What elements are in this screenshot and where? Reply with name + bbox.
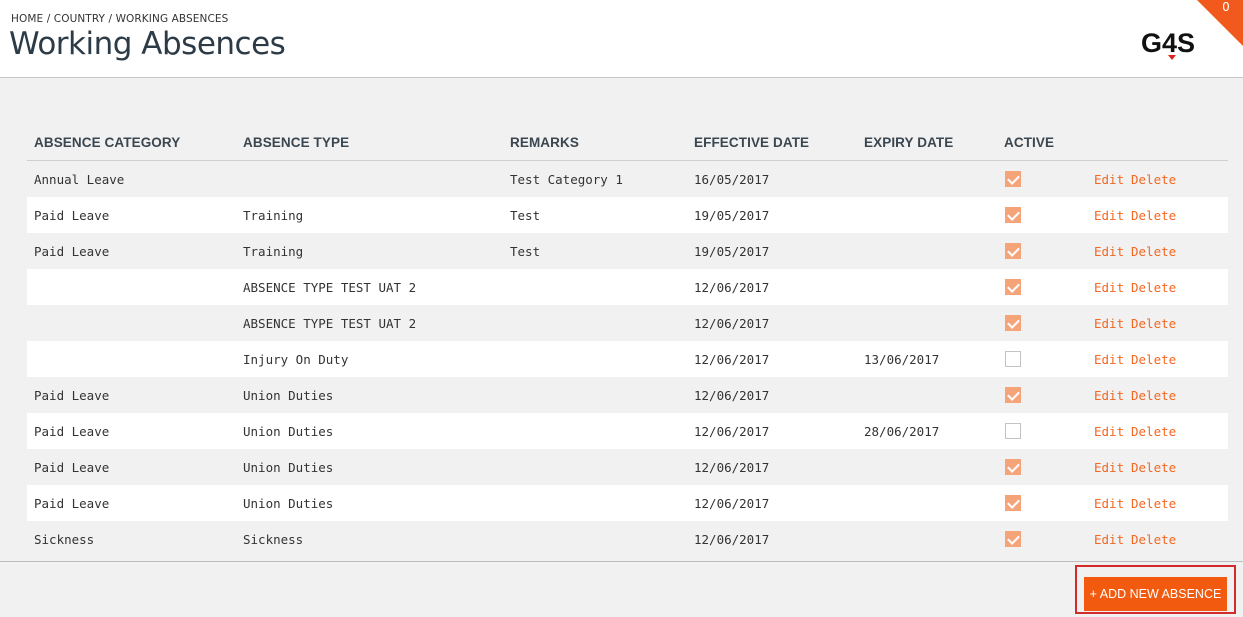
delete-link[interactable]: Delete: [1131, 424, 1176, 439]
edit-link[interactable]: Edit: [1094, 424, 1124, 439]
delete-link[interactable]: Delete: [1131, 244, 1176, 259]
edit-link[interactable]: Edit: [1094, 172, 1124, 187]
table-row: ABSENCE TYPE TEST UAT 2 12/06/2017 Edit Del…: [27, 305, 1228, 341]
cell-absence-category: Annual Leave: [34, 172, 125, 187]
cell-absence-category: Paid Leave: [34, 208, 110, 223]
cell-absence-type: Union Duties: [243, 496, 334, 511]
table-row: Paid Leave Union Duties 12/06/2017 Edit Dele…: [27, 449, 1228, 485]
cell-remarks: Test Category 1: [510, 172, 623, 187]
table-row: Injury On Duty 12/06/2017 13/06/2017 Edit De…: [27, 341, 1228, 377]
add-new-absence-button[interactable]: + ADD NEW ABSENCE: [1084, 577, 1227, 611]
delete-link[interactable]: Delete: [1131, 352, 1176, 367]
table-row: Sickness Sickness 12/06/2017 Edit Delete: [27, 521, 1228, 557]
cell-effective-date: 12/06/2017: [694, 280, 770, 295]
cell-remarks: Test: [510, 208, 541, 223]
delete-link[interactable]: Delete: [1131, 496, 1176, 511]
delete-link[interactable]: Delete: [1131, 388, 1176, 403]
page-title: Working Absences: [9, 26, 286, 62]
absences-table: ABSENCE CATEGORY ABSENCE TYPE REMARKS EF…: [27, 125, 1228, 557]
cell-effective-date: 12/06/2017: [694, 532, 770, 547]
cell-absence-type: Union Duties: [243, 424, 334, 439]
active-checkbox[interactable]: [1005, 387, 1021, 403]
edit-link[interactable]: Edit: [1094, 352, 1124, 367]
active-checkbox[interactable]: [1005, 531, 1021, 547]
cell-effective-date: 12/06/2017: [694, 388, 770, 403]
table-row: Paid Leave Training Test 19/05/2017 Edit Dele…: [27, 197, 1228, 233]
table-body: Annual Leave Test Category 1 16/05/2017 Edi…: [27, 161, 1228, 557]
column-header-absence-type[interactable]: ABSENCE TYPE: [243, 135, 349, 150]
edit-link[interactable]: Edit: [1094, 532, 1124, 547]
cell-absence-category: Sickness: [34, 532, 95, 547]
cell-absence-type: Sickness: [243, 532, 304, 547]
cell-absence-type: ABSENCE TYPE TEST UAT 2: [243, 316, 417, 331]
g4s-logo: G4S: [1141, 28, 1195, 60]
active-checkbox[interactable]: [1005, 279, 1021, 295]
cell-effective-date: 19/05/2017: [694, 208, 770, 223]
cell-effective-date: 12/06/2017: [694, 352, 770, 367]
cell-effective-date: 12/06/2017: [694, 424, 770, 439]
column-header-absence-category[interactable]: ABSENCE CATEGORY: [34, 135, 180, 150]
edit-link[interactable]: Edit: [1094, 316, 1124, 331]
table-row: Paid Leave Union Duties 12/06/2017 Edit Dele…: [27, 377, 1228, 413]
breadcrumb[interactable]: HOME / COUNTRY / WORKING ABSENCES: [11, 13, 228, 25]
cell-absence-category: Paid Leave: [34, 388, 110, 403]
cell-absence-type: Union Duties: [243, 388, 334, 403]
edit-link[interactable]: Edit: [1094, 208, 1124, 223]
delete-link[interactable]: Delete: [1131, 280, 1176, 295]
active-checkbox[interactable]: [1005, 351, 1021, 367]
cell-effective-date: 12/06/2017: [694, 496, 770, 511]
cell-absence-type: Injury On Duty: [243, 352, 349, 367]
cell-absence-type: Training: [243, 208, 304, 223]
delete-link[interactable]: Delete: [1131, 460, 1176, 475]
edit-link[interactable]: Edit: [1094, 496, 1124, 511]
edit-link[interactable]: Edit: [1094, 244, 1124, 259]
table-row: Annual Leave Test Category 1 16/05/2017 Edi…: [27, 161, 1228, 197]
table-header: ABSENCE CATEGORY ABSENCE TYPE REMARKS EF…: [27, 125, 1228, 161]
cell-absence-category: Paid Leave: [34, 460, 110, 475]
cell-absence-type: Training: [243, 244, 304, 259]
page-footer: [0, 561, 1243, 617]
table-row: ABSENCE TYPE TEST UAT 2 12/06/2017 Edit Del…: [27, 269, 1228, 305]
cell-absence-type: ABSENCE TYPE TEST UAT 2: [243, 280, 417, 295]
cell-absence-category: Paid Leave: [34, 424, 110, 439]
table-row: Paid Leave Union Duties 12/06/2017 Edit Dele…: [27, 485, 1228, 521]
active-checkbox[interactable]: [1005, 495, 1021, 511]
edit-link[interactable]: Edit: [1094, 460, 1124, 475]
column-header-remarks[interactable]: REMARKS: [510, 135, 579, 150]
delete-link[interactable]: Delete: [1131, 208, 1176, 223]
cell-expiry-date: 13/06/2017: [864, 352, 940, 367]
table-row: Paid Leave Union Duties 12/06/2017 28/06/20…: [27, 413, 1228, 449]
active-checkbox[interactable]: [1005, 315, 1021, 331]
column-header-active[interactable]: ACTIVE: [1004, 135, 1054, 150]
cell-absence-type: Union Duties: [243, 460, 334, 475]
delete-link[interactable]: Delete: [1131, 532, 1176, 547]
column-header-expiry-date[interactable]: EXPIRY DATE: [864, 135, 953, 150]
cell-absence-category: Paid Leave: [34, 496, 110, 511]
active-checkbox[interactable]: [1005, 171, 1021, 187]
edit-link[interactable]: Edit: [1094, 280, 1124, 295]
delete-link[interactable]: Delete: [1131, 316, 1176, 331]
active-checkbox[interactable]: [1005, 423, 1021, 439]
active-checkbox[interactable]: [1005, 207, 1021, 223]
cell-effective-date: 19/05/2017: [694, 244, 770, 259]
page-header: HOME / COUNTRY / WORKING ABSENCES Workin…: [0, 0, 1243, 78]
cell-absence-category: Paid Leave: [34, 244, 110, 259]
cell-effective-date: 16/05/2017: [694, 172, 770, 187]
active-checkbox[interactable]: [1005, 459, 1021, 475]
active-checkbox[interactable]: [1005, 243, 1021, 259]
logo-text: G4S: [1141, 28, 1195, 58]
edit-link[interactable]: Edit: [1094, 388, 1124, 403]
cell-effective-date: 12/06/2017: [694, 460, 770, 475]
cell-remarks: Test: [510, 244, 541, 259]
delete-link[interactable]: Delete: [1131, 172, 1176, 187]
column-header-effective-date[interactable]: EFFECTIVE DATE: [694, 135, 809, 150]
cell-expiry-date: 28/06/2017: [864, 424, 940, 439]
cell-effective-date: 12/06/2017: [694, 316, 770, 331]
table-row: Paid Leave Training Test 19/05/2017 Edit Dele…: [27, 233, 1228, 269]
